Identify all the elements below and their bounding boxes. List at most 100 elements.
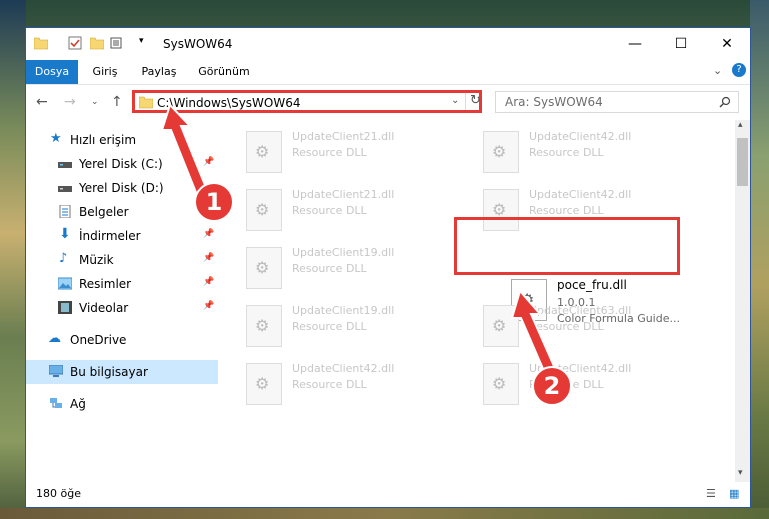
pin-icon[interactable]: 📌 <box>203 229 214 239</box>
nav-label: Yerel Disk (C:) <box>79 157 163 171</box>
highlight-box-file <box>454 217 680 275</box>
file-item[interactable]: UpdateClient19.dll Resource DLL <box>246 300 476 358</box>
new-folder-icon[interactable] <box>90 36 104 50</box>
scroll-down-icon[interactable]: ▾ <box>738 468 743 478</box>
file-name: UpdateClient21.dll <box>292 188 395 201</box>
file-item[interactable]: UpdateClient19.dll Resource DLL <box>246 242 476 300</box>
title-bar: ▾ SysWOW64 — ☐ ✕ <box>26 28 750 60</box>
nav-item-videos[interactable]: Videolar 📌 <box>26 296 218 320</box>
refresh-icon[interactable]: ↻ <box>470 93 481 108</box>
tab-home[interactable]: Giriş <box>84 60 126 84</box>
computer-icon <box>49 365 63 377</box>
dll-file-icon <box>246 189 282 231</box>
tab-share[interactable]: Paylaş <box>134 60 184 84</box>
properties-icon[interactable] <box>68 36 82 50</box>
nav-item-documents[interactable]: Belgeler <box>26 200 218 224</box>
file-item[interactable]: UpdateClient42.dll Resource DLL <box>483 126 713 184</box>
nav-this-pc[interactable]: Bu bilgisayar <box>26 360 218 384</box>
pin-icon[interactable]: 📌 <box>203 301 214 311</box>
file-name: UpdateClient42.dll <box>292 362 395 375</box>
video-icon <box>58 301 72 314</box>
cloud-icon: ☁ <box>48 331 61 346</box>
minimize-button[interactable]: — <box>612 28 658 60</box>
customize-toolbar-icon[interactable] <box>110 36 124 50</box>
file-name: UpdateClient21.dll <box>292 130 395 143</box>
dll-file-icon <box>483 131 519 173</box>
file-description: Resource DLL <box>292 378 367 391</box>
file-description: Resource DLL <box>292 146 367 159</box>
nav-item-downloads[interactable]: ⬇ İndirmeler 📌 <box>26 224 218 248</box>
tab-file[interactable]: Dosya <box>26 60 78 84</box>
nav-label: Hızlı erişim <box>70 133 137 147</box>
nav-label: Belgeler <box>79 205 129 219</box>
file-description: Resource DLL <box>292 320 367 333</box>
back-arrow-icon[interactable]: ← <box>36 94 48 110</box>
folder-icon <box>139 96 153 109</box>
network-icon <box>50 398 62 408</box>
dll-file-icon <box>246 247 282 289</box>
forward-arrow-icon[interactable]: → <box>64 94 76 110</box>
download-icon: ⬇ <box>59 226 71 242</box>
large-icons-view-icon[interactable]: ▦ <box>729 487 739 500</box>
annotation-badge-2: 2 <box>532 366 572 406</box>
window-title: SysWOW64 <box>163 37 233 51</box>
file-list: UpdateClient21.dll Resource DLL UpdateCli… <box>218 120 735 480</box>
ribbon-tabs: Dosya Giriş Paylaş Görünüm ⌄ ? <box>26 60 750 85</box>
nav-label: Videolar <box>79 301 129 315</box>
file-description: Resource DLL <box>292 204 367 217</box>
search-icon[interactable] <box>719 96 731 108</box>
ribbon-expand-icon[interactable]: ⌄ <box>713 64 722 77</box>
recent-locations-icon[interactable]: ⌄ <box>91 97 99 107</box>
file-description: Resource DLL <box>529 146 604 159</box>
nav-label: Ağ <box>70 397 86 411</box>
nav-label: İndirmeler <box>79 229 141 243</box>
maximize-button[interactable]: ☐ <box>658 28 704 60</box>
nav-network[interactable]: Ağ <box>26 392 218 416</box>
desktop-background-right <box>750 0 769 519</box>
pin-icon[interactable]: 📌 <box>203 277 214 287</box>
file-description: Resource DLL <box>529 204 604 217</box>
help-icon[interactable]: ? <box>732 63 746 77</box>
drive-icon <box>58 186 72 192</box>
document-icon <box>59 205 71 218</box>
tab-view[interactable]: Görünüm <box>194 60 254 84</box>
status-bar: 180 öğe ☰ ▦ <box>26 482 750 507</box>
file-item[interactable]: UpdateClient21.dll Resource DLL <box>246 184 476 242</box>
nav-item-pictures[interactable]: Resimler 📌 <box>26 272 218 296</box>
dll-file-icon <box>246 131 282 173</box>
desktop-background-left <box>0 0 26 519</box>
search-placeholder: Ara: SysWOW64 <box>505 95 603 109</box>
scrollbar-thumb[interactable] <box>737 138 748 186</box>
drive-icon <box>58 162 72 168</box>
scroll-up-icon[interactable]: ▴ <box>738 120 743 130</box>
nav-label: Resimler <box>79 277 132 291</box>
file-name: UpdateClient42.dll <box>529 188 632 201</box>
nav-label: Bu bilgisayar <box>70 365 148 379</box>
address-row: ← → ⌄ ↑ C:\Windows\SysWOW64 ⌄ ↻ Ara: Sys… <box>26 84 750 120</box>
pin-icon[interactable]: 📌 <box>203 253 214 263</box>
star-icon: ★ <box>50 131 62 146</box>
file-item[interactable]: UpdateClient21.dll Resource DLL <box>246 126 476 184</box>
nav-label: Yerel Disk (D:) <box>79 181 164 195</box>
address-dropdown-icon[interactable]: ⌄ <box>451 95 459 106</box>
nav-onedrive[interactable]: ☁ OneDrive <box>26 328 218 352</box>
file-name: UpdateClient19.dll <box>292 304 395 317</box>
pictures-icon <box>58 277 72 290</box>
nav-label: OneDrive <box>70 333 127 347</box>
item-count: 180 öğe <box>36 487 81 500</box>
close-button[interactable]: ✕ <box>704 28 750 60</box>
file-item[interactable]: UpdateClient42.dll Resource DLL <box>246 358 476 416</box>
toolbar-dropdown-icon[interactable]: ▾ <box>139 36 144 46</box>
file-name: UpdateClient42.dll <box>529 130 632 143</box>
desktop-background-bottom <box>0 508 769 519</box>
dll-file-icon <box>246 305 282 347</box>
details-view-icon[interactable]: ☰ <box>706 487 716 500</box>
file-description: Resource DLL <box>292 262 367 275</box>
up-arrow-icon[interactable]: ↑ <box>111 94 123 110</box>
vertical-scrollbar[interactable]: ▴ ▾ <box>735 120 750 482</box>
dll-file-icon <box>246 363 282 405</box>
folder-icon <box>34 37 48 50</box>
file-name: UpdateClient19.dll <box>292 246 395 259</box>
search-box[interactable]: Ara: SysWOW64 <box>495 91 739 113</box>
nav-item-music[interactable]: ♪ Müzik 📌 <box>26 248 218 272</box>
